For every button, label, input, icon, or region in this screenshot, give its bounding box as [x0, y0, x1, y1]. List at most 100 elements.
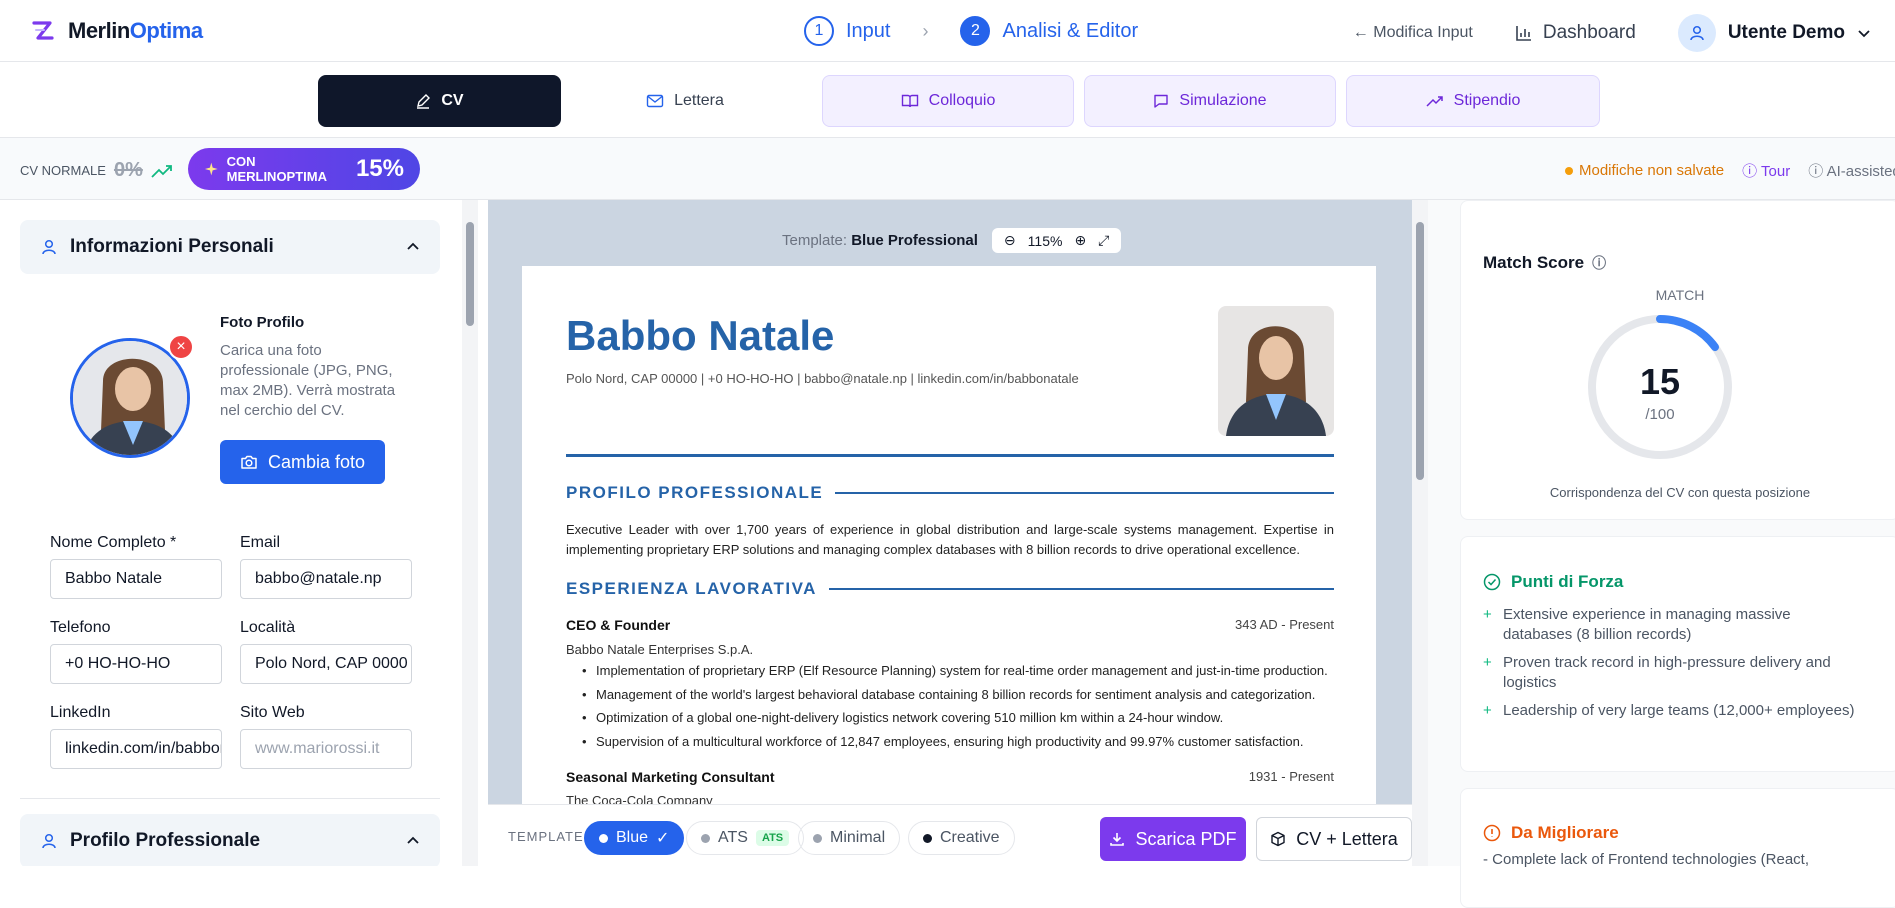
tour-label: Tour: [1761, 163, 1791, 180]
tab-simulation[interactable]: Simulazione: [1084, 75, 1336, 127]
step-analysis-editor[interactable]: 2 Analisi & Editor: [960, 16, 1138, 46]
user-name: Utente Demo: [1727, 22, 1845, 43]
portrait-image: [1218, 306, 1334, 436]
photo-info: Foto Profilo Carica una foto professiona…: [220, 314, 400, 421]
cv-contact: Polo Nord, CAP 00000 | +0 HO-HO-HO | bab…: [566, 371, 1079, 386]
scrollbar-thumb[interactable]: [466, 222, 474, 326]
tab-label: Stipendio: [1453, 92, 1521, 109]
tab-salary[interactable]: Stipendio: [1346, 75, 1600, 127]
chevron-up-icon: [407, 242, 419, 250]
step-input[interactable]: 1 Input: [804, 16, 890, 46]
strength-text: Proven track record in high-pressure del…: [1503, 654, 1831, 691]
fullscreen-icon[interactable]: ⤢: [1098, 232, 1109, 249]
download-label: Scarica PDF: [1135, 828, 1237, 849]
phone-label: Telefono: [50, 619, 111, 636]
linkedin-field[interactable]: linkedin.com/in/babbonatale: [50, 729, 222, 769]
logo[interactable]: MerlinOptima: [30, 18, 203, 44]
job-company: Babbo Natale Enterprises S.p.A.: [566, 642, 754, 657]
remove-photo-button[interactable]: ×: [168, 334, 194, 360]
portrait-image: [73, 341, 187, 455]
tour-button[interactable]: ⓘ Tour: [1742, 160, 1790, 181]
step-number: 1: [804, 16, 834, 46]
modify-input-link[interactable]: ← Modifica Input: [1353, 24, 1473, 42]
website-label: Sito Web: [240, 704, 305, 721]
strength-item: + Leadership of very large teams (12,000+…: [1483, 701, 1854, 721]
brand-name: MerlinOptima: [68, 18, 203, 44]
step-number: 2: [960, 16, 991, 46]
improvements-title-text: Da Migliorare: [1511, 823, 1619, 842]
phone-field[interactable]: +0 HO-HO-HO: [50, 644, 222, 684]
step-label: Input: [846, 19, 891, 42]
score-value: 15: [1639, 361, 1681, 402]
dashboard-link[interactable]: Dashboard: [1515, 22, 1636, 44]
linkedin-label: LinkedIn: [50, 704, 111, 721]
strength-item: + Proven track record in high-pressure de…: [1483, 653, 1863, 693]
download-pdf-button[interactable]: Scarica PDF: [1100, 817, 1246, 861]
job-bullets: Implementation of proprietary ERP (Elf R…: [582, 661, 1336, 755]
zoom-out-icon[interactable]: ⊖: [1004, 232, 1016, 249]
user-menu[interactable]: Utente Demo: [1677, 14, 1871, 52]
check-circle-icon: [1483, 573, 1501, 591]
template-bar-label: TEMPLATE: [508, 829, 584, 844]
section-title: Profilo Professionale: [70, 830, 261, 851]
editor-form-panel: Informazioni Personali × Foto Profilo Ca…: [0, 200, 460, 866]
strength-text: Extensive experience in managing massive…: [1503, 606, 1791, 643]
cv-photo: [1218, 306, 1334, 436]
strengths-title-text: Punti di Forza: [1511, 572, 1624, 591]
tab-interview[interactable]: Colloquio: [822, 75, 1074, 127]
dashboard-label: Dashboard: [1542, 22, 1636, 43]
match-title-text: Match Score: [1483, 253, 1585, 272]
top-navbar: MerlinOptima 1 Input › 2 Analisi & Edito…: [0, 0, 1895, 62]
info-icon: ⓘ: [1808, 163, 1824, 180]
template-option-ats[interactable]: ATS ATS: [686, 821, 805, 855]
strength-item: + Extensive experience in managing massiv…: [1483, 605, 1863, 645]
preview-scrollbar[interactable]: [1412, 200, 1428, 866]
score-comparison-bar: CV NORMALE 0% CON MERLINOPTIMA 15% Modif…: [0, 138, 1895, 200]
user-icon: [1677, 14, 1716, 52]
tab-label: Colloquio: [928, 92, 996, 109]
chevron-right-icon: ›: [922, 20, 929, 41]
analysis-panel: Match Score ⓘ MATCH 15 /100 Corrispondenz…: [1428, 200, 1895, 908]
unsaved-label: Modifiche non salvate: [1579, 162, 1725, 179]
template-option-blue[interactable]: Blue ✓: [584, 821, 685, 855]
job-title: Seasonal Marketing Consultant: [566, 769, 775, 785]
template-caption: Template: Blue Professional: [782, 232, 978, 249]
merlin-score-badge: CON MERLINOPTIMA 15%: [188, 148, 420, 190]
preview-toolbar: Template: Blue Professional ⊖ 115% ⊕ ⤢: [782, 228, 1122, 253]
ai-label: AI-assisted: [1826, 163, 1895, 180]
location-field[interactable]: Polo Nord, CAP 0000: [240, 644, 412, 684]
template-option-creative[interactable]: Creative: [908, 821, 1015, 855]
cv-letter-button[interactable]: CV + Lettera: [1256, 817, 1412, 861]
chat-icon: [1154, 94, 1169, 108]
tab-letter[interactable]: Lettera: [560, 75, 810, 127]
trending-up-icon: [1426, 96, 1443, 107]
tab-label: CV: [441, 92, 464, 109]
template-dot: [599, 833, 608, 843]
template-option-label: Blue: [616, 829, 649, 846]
step-label: Analisi & Editor: [1002, 19, 1139, 42]
template-dot: [701, 833, 710, 843]
name-field[interactable]: Babbo Natale: [50, 559, 222, 599]
normal-cv-percent: 0%: [113, 159, 143, 181]
scrollbar-thumb[interactable]: [1416, 222, 1424, 480]
chevron-down-icon: [1858, 30, 1870, 38]
email-field[interactable]: babbo@natale.np: [240, 559, 412, 599]
tab-cv[interactable]: CV: [318, 75, 561, 127]
template-option-label: Creative: [940, 829, 1000, 846]
personal-info-header[interactable]: Informazioni Personali: [20, 220, 440, 274]
heading-rule: [835, 492, 1334, 494]
website-field[interactable]: www.mariorossi.it: [240, 729, 412, 769]
professional-profile-header[interactable]: Profilo Professionale: [20, 814, 440, 866]
bullet-item: Implementation of proprietary ERP (Elf R…: [582, 661, 1336, 681]
change-photo-button[interactable]: Cambia foto: [220, 440, 385, 484]
job-dates: 343 AD - Present: [1235, 617, 1334, 632]
zoom-in-icon[interactable]: ⊕: [1074, 232, 1086, 249]
left-scrollbar[interactable]: [462, 200, 478, 866]
section-title: Informazioni Personali: [70, 236, 274, 257]
editor-status: Modifiche non salvate ⓘ Tour ⓘ AI-assist…: [1565, 160, 1895, 181]
bullet-item: Management of the world's largest behavi…: [582, 685, 1336, 705]
match-score-title: Match Score ⓘ: [1483, 253, 1606, 273]
pen-icon: [417, 94, 431, 109]
book-open-icon: [901, 94, 918, 108]
template-option-minimal[interactable]: Minimal: [798, 821, 901, 855]
